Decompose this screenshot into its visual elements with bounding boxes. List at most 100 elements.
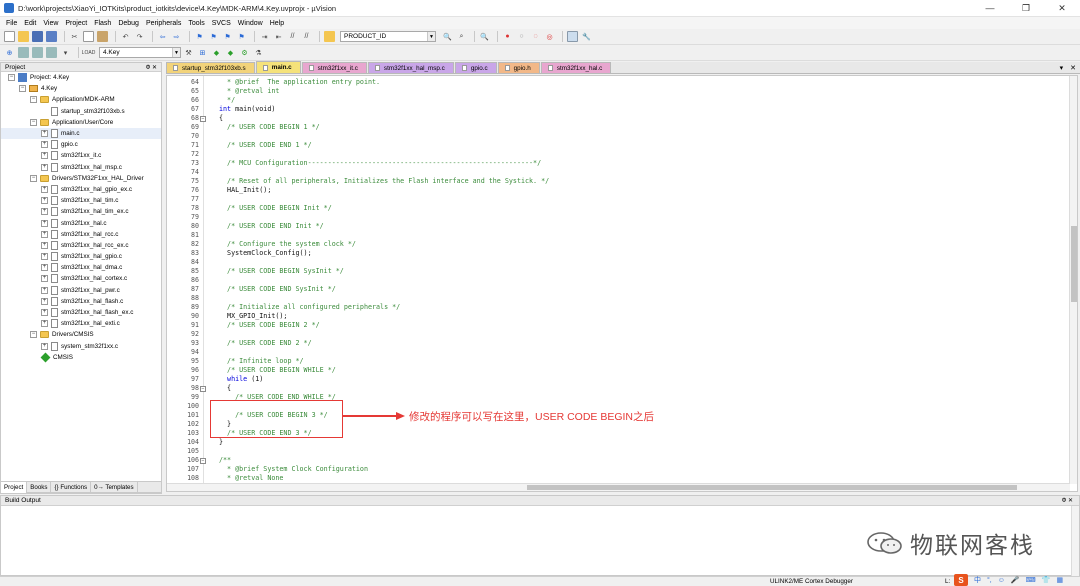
tree-file-item[interactable]: + main.c: [1, 127, 161, 140]
editor-tab-startup-stm32f103xb-s[interactable]: startup_stm32f103xb.s: [166, 62, 255, 73]
paste-icon[interactable]: [97, 31, 108, 42]
menu-file[interactable]: File: [6, 20, 17, 27]
collapse-icon[interactable]: −: [19, 85, 26, 93]
tab-templates[interactable]: 0→ Templates: [91, 481, 138, 493]
editor-tab-gpio-c[interactable]: gpio.c: [454, 62, 497, 73]
tree-group-item[interactable]: − Drivers/CMSIS: [1, 329, 161, 340]
find-icon[interactable]: 🔍: [442, 31, 453, 42]
tree-file-item[interactable]: + stm32f1xx_hal_flash.c: [1, 296, 161, 307]
ime-skin-icon[interactable]: 👕: [1042, 576, 1051, 584]
breakpoint-toggle-icon[interactable]: ◎: [544, 31, 555, 42]
target-select[interactable]: 4.Key ▼: [99, 47, 181, 58]
tree-group-item[interactable]: − Application/User/Core: [1, 117, 161, 128]
tree-file-item[interactable]: + stm32f1xx_hal_cortex.c: [1, 273, 161, 284]
cut-icon[interactable]: ✂: [69, 31, 80, 42]
target-options-icon[interactable]: ⚒: [183, 47, 194, 58]
tree-group-item[interactable]: − Drivers/STM32F1xx_HAL_Driver: [1, 173, 161, 184]
tree-file-item[interactable]: + stm32f1xx_hal_exti.c: [1, 318, 161, 329]
collapse-icon[interactable]: −: [30, 331, 37, 339]
tree-file-item[interactable]: + stm32f1xx_hal_rcc_ex.c: [1, 240, 161, 251]
books-icon[interactable]: ⚗: [253, 47, 264, 58]
incremental-find-icon[interactable]: ⌕: [456, 31, 467, 42]
manage-components-icon[interactable]: ◆: [211, 47, 222, 58]
code-line[interactable]: /* USER CODE BEGIN WHILE */: [204, 366, 1070, 375]
build-icon[interactable]: [18, 47, 29, 58]
expand-icon[interactable]: +: [41, 320, 48, 328]
tree-file-item[interactable]: + stm32f1xx_hal_dma.c: [1, 262, 161, 273]
code-line[interactable]: /* USER CODE BEGIN Init */: [204, 204, 1070, 213]
code-line[interactable]: MX_GPIO_Init();: [204, 312, 1070, 321]
code-line[interactable]: [204, 447, 1070, 456]
menu-edit[interactable]: Edit: [24, 20, 36, 27]
close-button[interactable]: ✕: [1044, 0, 1080, 17]
editor-tab-stm32f1xx-hal-c[interactable]: stm32f1xx_hal.c: [540, 62, 612, 73]
debug-start-icon[interactable]: 🔍: [479, 31, 490, 42]
redo-icon[interactable]: ↷: [134, 31, 145, 42]
menu-peripherals[interactable]: Peripherals: [146, 20, 181, 27]
expand-icon[interactable]: +: [41, 286, 48, 294]
code-line[interactable]: SystemClock_Config();: [204, 249, 1070, 258]
tree-file-item[interactable]: + stm32f1xx_hal_tim.c: [1, 195, 161, 206]
find-combo[interactable]: PRODUCT_ID ▼: [340, 31, 436, 42]
minimize-button[interactable]: —: [972, 0, 1008, 17]
expand-icon[interactable]: +: [41, 230, 48, 238]
scroll-thumb[interactable]: [1071, 226, 1077, 302]
expand-icon[interactable]: +: [41, 241, 48, 249]
menu-project[interactable]: Project: [65, 20, 87, 27]
editor-tab-main-c[interactable]: main.c: [255, 61, 301, 73]
ime-keyboard-icon[interactable]: ⌨: [1026, 576, 1036, 584]
expand-icon[interactable]: +: [41, 163, 48, 171]
chevron-down-icon[interactable]: ▼: [172, 48, 180, 57]
window-layout-icon[interactable]: [567, 31, 578, 42]
bookmark-icon[interactable]: ⚑: [194, 31, 205, 42]
tree-file-item[interactable]: + stm32f1xx_hal_msp.c: [1, 162, 161, 173]
tree-group-item[interactable]: − Project: 4.Key: [1, 72, 161, 83]
new-file-icon[interactable]: [4, 31, 15, 42]
find-in-files-icon[interactable]: [324, 31, 335, 42]
code-line[interactable]: [204, 348, 1070, 357]
code-line[interactable]: [204, 330, 1070, 339]
expand-icon[interactable]: +: [41, 297, 48, 305]
tree-file-item[interactable]: + stm32f1xx_hal_pwr.c: [1, 285, 161, 296]
menu-tools[interactable]: Tools: [188, 20, 204, 27]
expand-icon[interactable]: +: [41, 342, 48, 350]
menu-debug[interactable]: Debug: [118, 20, 139, 27]
code-line[interactable]: [204, 213, 1070, 222]
tree-file-item[interactable]: + stm32f1xx_hal_gpio_ex.c: [1, 184, 161, 195]
panel-pin-close[interactable]: Ф ✕: [146, 64, 157, 71]
code-line[interactable]: /* Initialize all configured peripherals…: [204, 303, 1070, 312]
stop-build-icon[interactable]: ▾: [60, 47, 71, 58]
sogou-ime-icon[interactable]: S: [954, 574, 968, 586]
code-line[interactable]: int main(void): [204, 105, 1070, 114]
code-line[interactable]: /* USER CODE BEGIN 2 */: [204, 321, 1070, 330]
indent-icon[interactable]: ⇥: [259, 31, 270, 42]
expand-icon[interactable]: +: [41, 275, 48, 283]
tab-list-dropdown-icon[interactable]: ▾: [1060, 64, 1064, 72]
tree-file-item[interactable]: + gpio.c: [1, 139, 161, 150]
chevron-down-icon[interactable]: ▼: [427, 32, 435, 41]
expand-icon[interactable]: +: [41, 152, 48, 160]
editor-scrollbar-horizontal[interactable]: [167, 483, 1070, 491]
code-line[interactable]: HAL_Init();: [204, 186, 1070, 195]
forward-icon[interactable]: ⇨: [171, 31, 182, 42]
code-line[interactable]: {: [204, 384, 1070, 393]
expand-icon[interactable]: +: [41, 309, 48, 317]
ime-punctuation-icon[interactable]: °,: [987, 577, 992, 584]
code-line[interactable]: * @brief System Clock Configuration: [204, 465, 1070, 474]
scroll-thumb[interactable]: [527, 485, 1017, 490]
code-line[interactable]: /* USER CODE END 1 */: [204, 141, 1070, 150]
code-line[interactable]: * @retval int: [204, 87, 1070, 96]
tab-books[interactable]: Books: [27, 481, 52, 493]
save-icon[interactable]: [32, 31, 43, 42]
expand-icon[interactable]: +: [41, 141, 48, 149]
code-line[interactable]: /* USER CODE END Init */: [204, 222, 1070, 231]
tree-group-item[interactable]: CMSIS: [1, 352, 161, 363]
download-icon[interactable]: LOAD: [82, 47, 96, 58]
code-line[interactable]: /* Reset of all peripherals, Initializes…: [204, 177, 1070, 186]
expand-icon[interactable]: +: [41, 197, 48, 205]
tab-project[interactable]: Project: [1, 481, 28, 493]
code-line[interactable]: * @retval None: [204, 474, 1070, 483]
code-line[interactable]: */: [204, 96, 1070, 105]
tree-file-item[interactable]: + system_stm32f1xx.c: [1, 341, 161, 352]
collapse-icon[interactable]: −: [30, 118, 37, 126]
